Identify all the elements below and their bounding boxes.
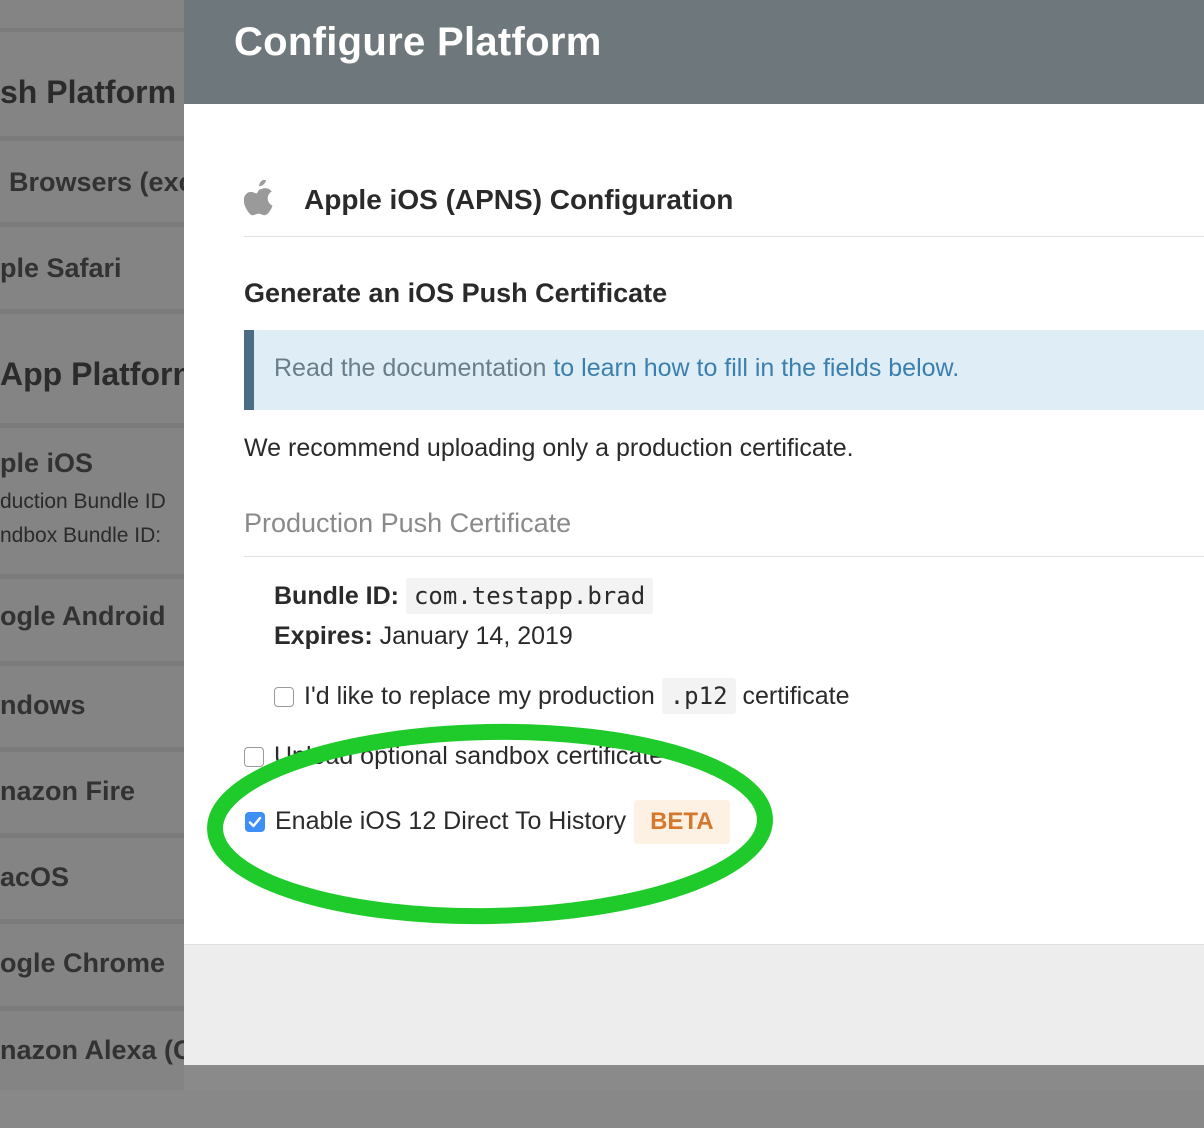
replace-label-suffix: certificate — [742, 682, 850, 710]
bg-item-label: ndows — [0, 690, 86, 720]
divider — [244, 556, 1204, 557]
bg-item-macos: acOS — [0, 838, 184, 924]
production-certificate-title: Production Push Certificate — [244, 508, 572, 538]
expires-value: January 14, 2019 — [379, 622, 573, 650]
bg-item-label: acOS — [0, 862, 70, 892]
bg-item-amazon-fire: nazon Fire — [0, 752, 184, 838]
bg-item-label: ple iOS — [0, 448, 94, 478]
bg-item-windows: ndows — [0, 666, 184, 752]
recommend-text: We recommend uploading only a production… — [244, 434, 854, 462]
bg-item-label: ogle Android — [0, 601, 166, 631]
sandbox-certificate-label: Upload optional sandbox certificate — [274, 742, 664, 770]
bg-heading-label: sh Platform — [0, 74, 177, 110]
divider — [244, 236, 1204, 237]
bg-row-top — [0, 0, 184, 33]
section-title: Generate an iOS Push Certificate — [244, 278, 668, 308]
bg-item-android: ogle Android — [0, 579, 184, 666]
expires-row: Expires: January 14, 2019 — [274, 622, 573, 651]
direct-to-history-label: Enable iOS 12 Direct To History BETA — [275, 800, 730, 844]
replace-certificate-label: I'd like to replace my production .p12 c… — [304, 678, 850, 714]
info-prefix: Read the documentation — [274, 354, 554, 382]
bg-item-safari: ple Safari — [0, 227, 184, 314]
documentation-link[interactable]: to learn how to fill in the fields below… — [553, 354, 959, 382]
info-text: Read the documentation to learn how to f… — [274, 354, 959, 383]
replace-certificate-checkbox[interactable] — [274, 687, 294, 707]
direct-to-history-text: Enable iOS 12 Direct To History — [275, 807, 627, 835]
sandbox-certificate-checkbox[interactable] — [244, 747, 264, 767]
modal-header: Configure Platform — [184, 0, 1204, 104]
info-callout: Read the documentation to learn how to f… — [244, 330, 1204, 410]
bg-item-label: Browsers (exc — [9, 167, 184, 197]
bg-sub-label: ndbox Bundle ID: — [0, 524, 162, 547]
bg-item-label: nazon Alexa (C — [0, 1035, 184, 1065]
checkmark-icon — [248, 816, 262, 828]
bg-item-alexa: nazon Alexa (C — [0, 1011, 184, 1095]
direct-to-history-checkbox[interactable] — [245, 812, 265, 832]
p12-code: .p12 — [661, 678, 736, 714]
bg-item-browsers: Browsers (exc — [0, 141, 184, 227]
bg-item-label: nazon Fire — [0, 776, 136, 806]
bg-item-label: ogle Chrome — [0, 948, 166, 978]
bundle-id-value: com.testapp.brad — [405, 578, 654, 614]
beta-badge: BETA — [634, 800, 730, 844]
bg-bottom-strip — [0, 1090, 1204, 1128]
bg-item-chrome: ogle Chrome — [0, 924, 184, 1011]
modal-footer — [184, 944, 1204, 1065]
bg-heading-label: App Platforn — [0, 356, 184, 392]
bg-heading-app: App Platforn — [0, 314, 184, 428]
bg-item-label: ple Safari — [0, 253, 122, 283]
platform-title: Apple iOS (APNS) Configuration — [304, 184, 734, 215]
configure-platform-modal: Configure Platform Apple iOS (APNS) Conf… — [184, 0, 1204, 1065]
replace-label-text: I'd like to replace my production — [304, 682, 655, 710]
apple-icon — [244, 180, 273, 216]
expires-label: Expires: — [274, 622, 373, 650]
bg-sub-label: duction Bundle ID — [0, 490, 166, 513]
bundle-id-label: Bundle ID: — [274, 582, 399, 610]
bg-heading-web-push: sh Platform — [0, 32, 184, 141]
bg-item-ios: ple iOS duction Bundle ID ndbox Bundle I… — [0, 428, 184, 579]
bundle-id-row: Bundle ID: com.testapp.brad — [274, 578, 654, 614]
modal-title: Configure Platform — [234, 20, 602, 64]
